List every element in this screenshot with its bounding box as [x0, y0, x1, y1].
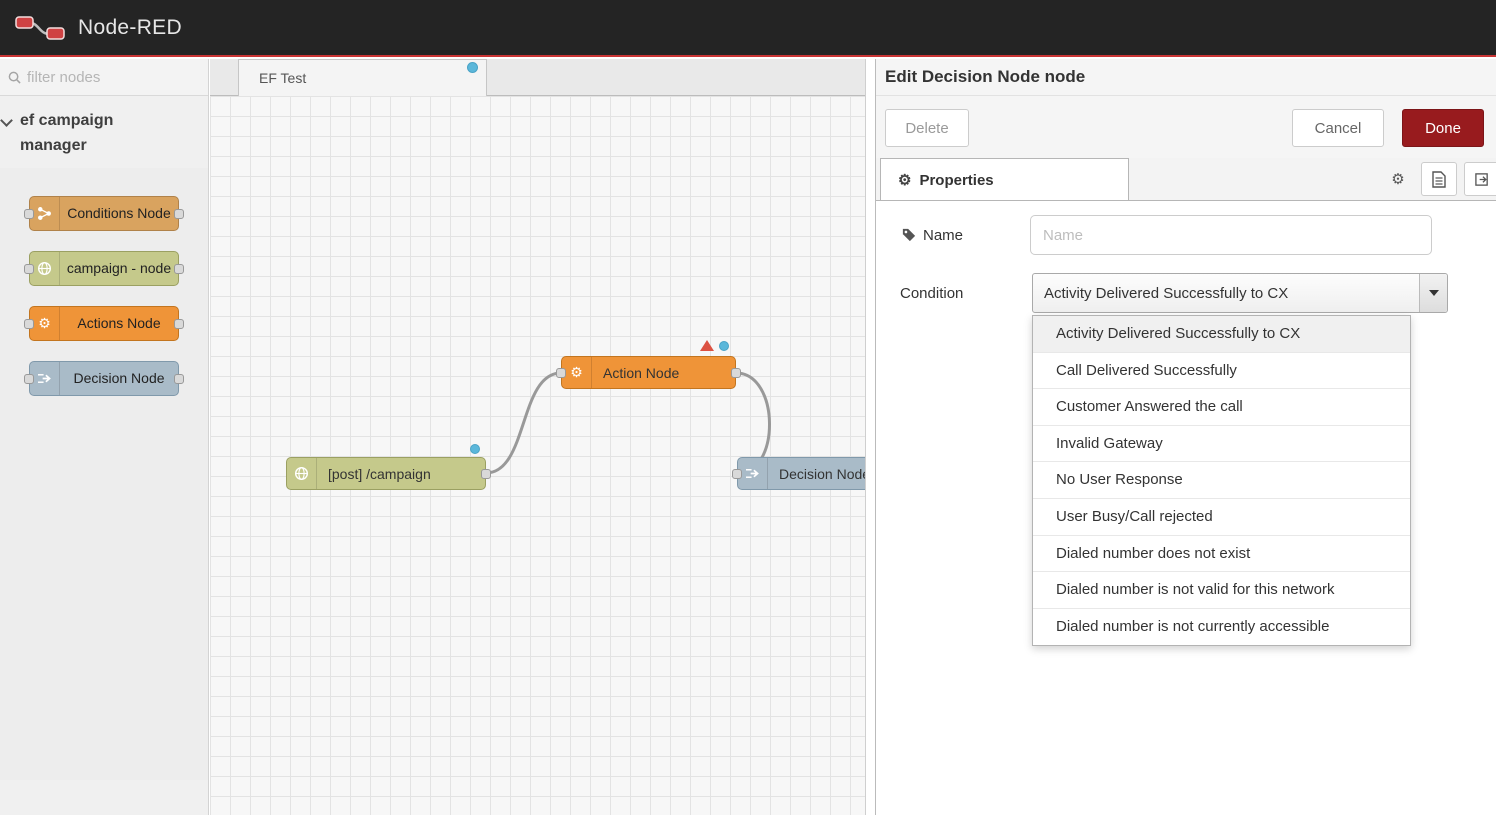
globe-icon: [30, 252, 60, 285]
modified-indicator-dot: [467, 62, 478, 73]
tab-properties[interactable]: ⚙ Properties: [880, 158, 1129, 201]
chevron-down-icon: [1419, 274, 1447, 312]
input-port: [24, 264, 34, 274]
palette-search: [0, 59, 208, 96]
node-red-logo: [14, 13, 66, 43]
palette-sidebar: ef campaign manager Conditions Node: [0, 59, 209, 815]
tab-properties-label: Properties: [919, 172, 993, 189]
palette-node-conditions[interactable]: Conditions Node: [29, 196, 179, 231]
flow-tab-label: EF Test: [259, 70, 306, 86]
dropdown-option[interactable]: Dialed number is not valid for this netw…: [1033, 572, 1410, 609]
flow-node-action[interactable]: ⚙ Action Node: [561, 356, 736, 389]
name-field-label: Name: [902, 216, 963, 254]
dropdown-option[interactable]: User Busy/Call rejected: [1033, 499, 1410, 536]
gears-icon: ⚙: [30, 307, 60, 340]
description-button[interactable]: [1421, 162, 1457, 196]
input-port: [24, 209, 34, 219]
gear-icon: ⚙: [898, 171, 911, 189]
dropdown-option[interactable]: Customer Answered the call: [1033, 389, 1410, 426]
palette-node-label: Conditions Node: [60, 197, 178, 230]
wire[interactable]: [486, 373, 561, 473]
delete-button[interactable]: Delete: [885, 109, 969, 147]
search-icon: [8, 71, 21, 84]
appearance-button[interactable]: [1464, 162, 1496, 196]
dialog-toolbar: Delete Cancel Done: [876, 96, 1496, 158]
app-header: Node-RED: [0, 0, 1496, 57]
dropdown-option[interactable]: Dialed number does not exist: [1033, 536, 1410, 573]
dropdown-option[interactable]: Invalid Gateway: [1033, 426, 1410, 463]
tab-ef-test[interactable]: EF Test: [238, 59, 487, 96]
gear-icon: ⚙: [1391, 170, 1404, 188]
done-button[interactable]: Done: [1402, 109, 1484, 147]
palette-node-label: campaign - node: [60, 252, 178, 285]
condition-selected-value: Activity Delivered Successfully to CX: [1033, 285, 1419, 302]
gears-icon: ⚙: [562, 357, 592, 388]
changed-indicator-dot: [470, 444, 480, 454]
input-port: [24, 374, 34, 384]
app-title: Node-RED: [78, 16, 182, 40]
flow-node-label: [post] /campaign: [317, 458, 442, 489]
flow-node-label: Action Node: [592, 357, 690, 388]
output-port: [174, 209, 184, 219]
dropdown-option[interactable]: Call Delivered Successfully: [1033, 353, 1410, 390]
palette-node-label: Actions Node: [60, 307, 178, 340]
output-port[interactable]: [731, 368, 741, 378]
name-input[interactable]: [1030, 215, 1432, 255]
flow-node-http-in-campaign[interactable]: [post] /campaign: [286, 457, 486, 490]
properties-form: Name Condition Activity Delivered Succes…: [876, 201, 1496, 815]
dropdown-option[interactable]: Dialed number is not currently accessibl…: [1033, 609, 1410, 646]
expand-icon: [1474, 172, 1490, 187]
error-indicator-triangle: [700, 340, 714, 351]
tag-icon: [902, 228, 916, 242]
dropdown-option[interactable]: Activity Delivered Successfully to CX: [1033, 316, 1410, 353]
palette-category-header[interactable]: ef campaign manager: [0, 96, 170, 168]
dialog-title: Edit Decision Node node: [876, 59, 1496, 96]
flow-workspace: EF Test [post] /campaign: [210, 59, 865, 815]
palette-node-decision[interactable]: Decision Node: [29, 361, 179, 396]
file-text-icon: [1432, 171, 1446, 188]
palette-content: Conditions Node campaign - node: [0, 168, 208, 780]
input-port: [24, 319, 34, 329]
panel-splitter[interactable]: [865, 59, 875, 815]
flow-node-label: Decision Node: [768, 458, 865, 489]
palette-node-actions[interactable]: ⚙ Actions Node: [29, 306, 179, 341]
node-settings-button[interactable]: ⚙: [1380, 162, 1416, 196]
chevron-down-icon: [0, 114, 13, 127]
arrow-icon: [738, 458, 768, 489]
condition-field-label: Condition: [900, 274, 963, 312]
branch-icon: [30, 197, 60, 230]
output-port: [174, 319, 184, 329]
edit-node-dialog: Edit Decision Node node Delete Cancel Do…: [875, 59, 1496, 815]
wire-layer: [210, 96, 865, 815]
input-port[interactable]: [556, 368, 566, 378]
output-port: [174, 264, 184, 274]
flow-tabbar: EF Test: [210, 59, 865, 96]
dropdown-option[interactable]: No User Response: [1033, 462, 1410, 499]
palette-category-label: ef campaign manager: [20, 112, 113, 154]
dialog-tabbar: ⚙ Properties ⚙: [876, 158, 1496, 201]
changed-indicator-dot: [719, 341, 729, 351]
output-port: [174, 374, 184, 384]
output-port[interactable]: [481, 469, 491, 479]
flow-canvas[interactable]: [post] /campaign ⚙ Action Node: [210, 96, 865, 815]
input-port[interactable]: [732, 469, 742, 479]
condition-dropdown-list: Activity Delivered Successfully to CX Ca…: [1032, 315, 1411, 646]
arrow-icon: [30, 362, 60, 395]
globe-icon: [287, 458, 317, 489]
flow-node-decision[interactable]: Decision Node: [737, 457, 865, 490]
search-input[interactable]: [27, 69, 226, 86]
cancel-button[interactable]: Cancel: [1292, 109, 1384, 147]
palette-node-label: Decision Node: [60, 362, 178, 395]
condition-select[interactable]: Activity Delivered Successfully to CX: [1032, 273, 1448, 313]
palette-node-campaign[interactable]: campaign - node: [29, 251, 179, 286]
node-red-app: Node-RED ef campaign manager: [0, 0, 1496, 815]
